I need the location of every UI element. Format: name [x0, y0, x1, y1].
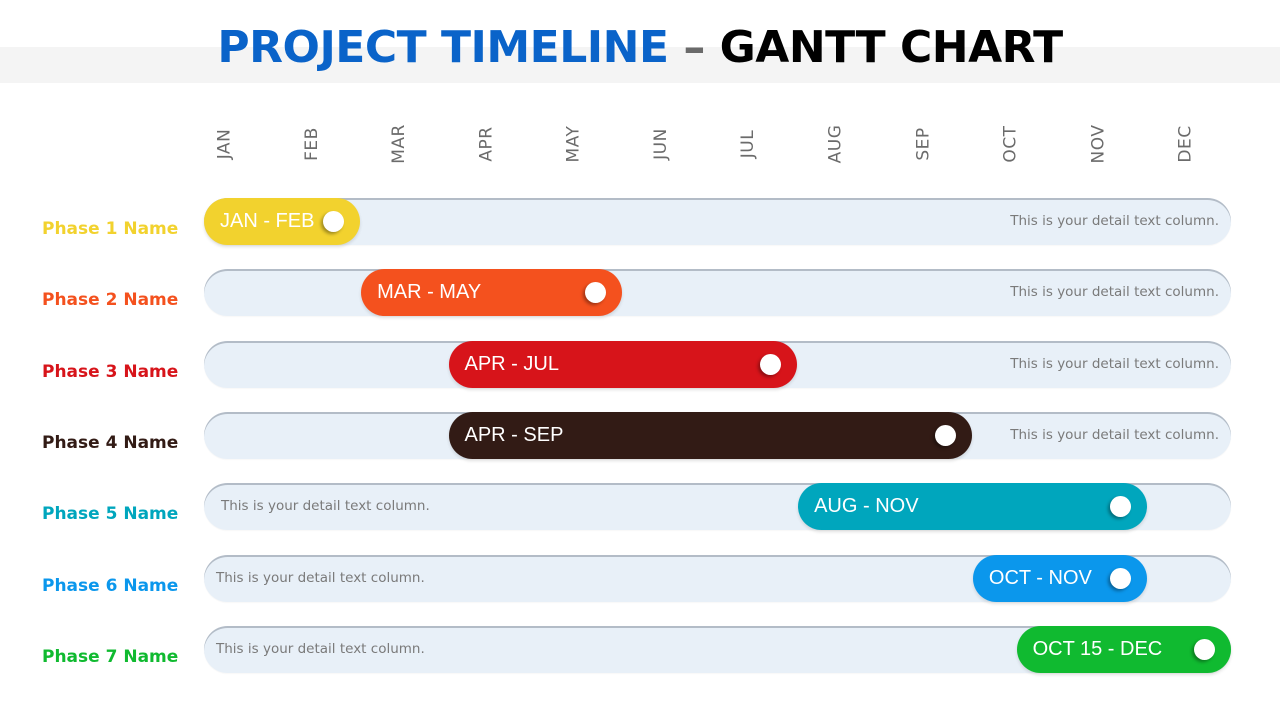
phase-6-label: Phase 6 Name [42, 575, 179, 596]
month-label-jul: JUL [718, 118, 778, 170]
phase-5-range-label: AUG - NOV [814, 495, 919, 518]
month-label-sep: SEP [893, 118, 953, 170]
month-label-apr: APR [456, 118, 516, 170]
phase-3-bar[interactable]: APR - JUL [448, 340, 798, 388]
month-label-text: JUL [738, 129, 759, 159]
title-part-1: PROJECT TIMELINE [217, 22, 669, 73]
phase-7-end-handle-icon[interactable] [1193, 638, 1215, 660]
phase-1-range-label: JAN - FEB [220, 210, 315, 232]
phase-1-detail-text: This is your detail text column. [1010, 213, 1219, 229]
phase-4-bar[interactable]: APR - SEP [448, 411, 972, 459]
phase-1-end-handle-icon[interactable] [323, 211, 345, 232]
phase-2-bar[interactable]: MAR - MAY [361, 269, 623, 317]
phase-2-range-label: MAR - MAY [377, 281, 482, 304]
month-label-aug: AUG [806, 118, 866, 170]
month-label-text: SEP [913, 127, 934, 161]
month-label-text: FEB [301, 127, 322, 161]
phase-5-bar[interactable]: AUG - NOV [798, 483, 1147, 531]
phase-4-end-handle-icon[interactable] [934, 424, 956, 446]
phase-1-bar[interactable]: JAN - FEB [204, 198, 361, 245]
phase-7-range-label: OCT 15 - DEC [1032, 637, 1163, 660]
phase-1-label: Phase 1 Name [42, 219, 179, 239]
month-label-text: JUN [651, 128, 671, 160]
phase-6-detail-text: This is your detail text column. [216, 569, 425, 586]
month-label-oct: OCT [981, 118, 1041, 170]
month-label-text: AUG [825, 124, 846, 164]
month-label-mar: MAR [369, 118, 429, 170]
month-label-feb: FEB [281, 118, 341, 170]
month-label-text: DEC [1175, 125, 1196, 163]
month-label-text: JAN [214, 128, 234, 160]
phase-3-range-label: APR - JUL [464, 352, 559, 375]
phase-3-end-handle-icon[interactable] [760, 353, 782, 375]
title-part-2: GANTT CHART [719, 22, 1063, 73]
phase-6-range-label: OCT - NOV [988, 566, 1092, 589]
phase-3-detail-text: This is your detail text column. [1010, 355, 1219, 372]
phase-5-detail-text: This is your detail text column. [221, 498, 430, 515]
month-label-text: MAR [388, 124, 409, 164]
phase-2-label: Phase 2 Name [42, 290, 179, 311]
phase-3-label: Phase 3 Name [42, 361, 179, 382]
phase-7-label: Phase 7 Name [42, 646, 179, 667]
phase-7-bar[interactable]: OCT 15 - DEC [1016, 625, 1231, 673]
month-label-may: MAY [544, 118, 604, 170]
phase-4-range-label: APR - SEP [464, 423, 564, 446]
month-label-dec: DEC [1155, 118, 1215, 170]
month-label-text: MAY [563, 125, 584, 163]
phase-2-detail-text: This is your detail text column. [1010, 284, 1219, 301]
month-label-jan: JAN [194, 118, 254, 170]
month-label-nov: NOV [1068, 118, 1128, 170]
phase-6-end-handle-icon[interactable] [1109, 567, 1131, 589]
phase-4-detail-text: This is your detail text column. [1010, 426, 1219, 443]
phase-2-end-handle-icon[interactable] [585, 282, 607, 304]
page-title: PROJECT TIMELINE – GANTT CHART [0, 18, 1280, 78]
phase-2-track: This is your detail text column. [204, 269, 1231, 317]
month-label-jun: JUN [631, 118, 691, 170]
phase-4-label: Phase 4 Name [42, 432, 179, 453]
title-separator: – [668, 22, 720, 73]
phase-5-end-handle-icon[interactable] [1109, 496, 1131, 518]
month-label-text: APR [476, 126, 497, 162]
month-label-text: NOV [1088, 124, 1108, 164]
phase-6-bar[interactable]: OCT - NOV [972, 554, 1147, 602]
phase-5-label: Phase 5 Name [42, 504, 179, 525]
month-label-text: OCT [1000, 125, 1021, 163]
phase-7-detail-text: This is your detail text column. [216, 640, 425, 657]
